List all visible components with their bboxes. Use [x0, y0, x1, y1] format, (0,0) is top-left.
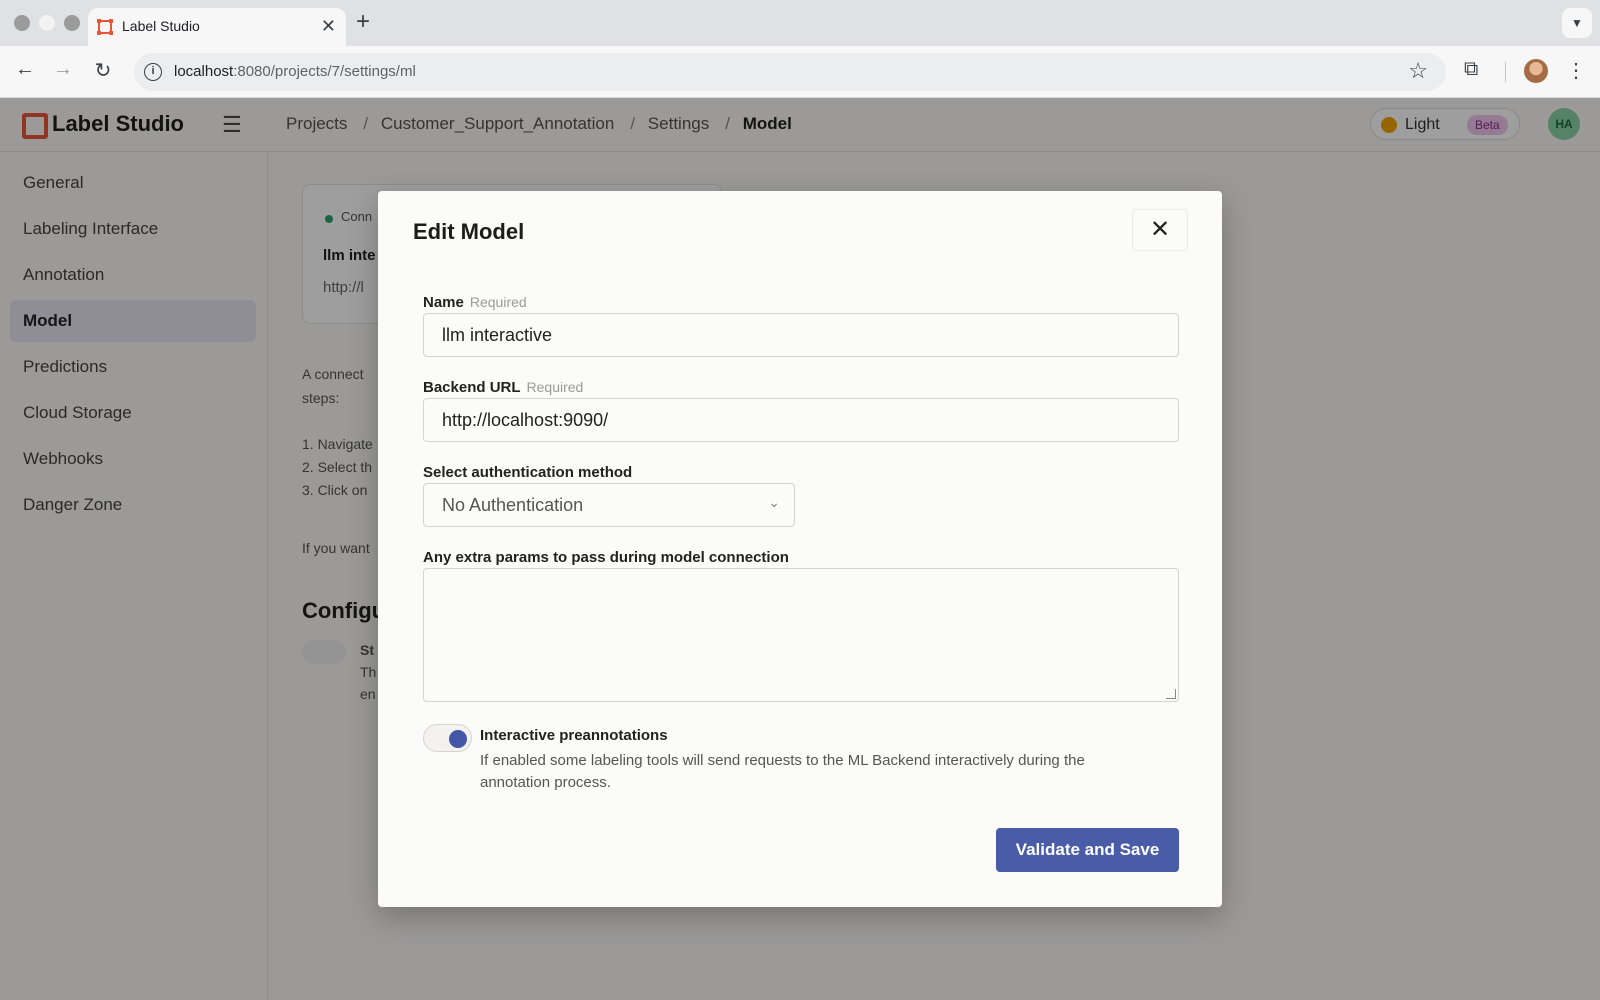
site-info-icon[interactable]: i	[144, 63, 162, 81]
extensions-puzzle-icon[interactable]: ⧉	[1464, 58, 1478, 81]
extra-params-label: Any extra params to pass during model co…	[423, 549, 789, 566]
window-minimize-control[interactable]	[39, 15, 55, 31]
edit-model-modal: Edit Model ✕ Name Required llm interactiv…	[378, 191, 1222, 907]
browser-profile-avatar[interactable]	[1524, 59, 1548, 83]
label-studio-favicon-icon	[97, 19, 113, 35]
backend-required-hint: Required	[526, 379, 584, 395]
browser-menu-icon[interactable]: ⋮	[1566, 58, 1586, 83]
backend-url-input[interactable]: http://localhost:9090/	[423, 398, 1179, 442]
tab-search-chevron-icon[interactable]: ▼	[1562, 8, 1592, 38]
interactive-preannotations-title: Interactive preannotations	[480, 727, 668, 744]
close-icon[interactable]: ✕	[1132, 209, 1188, 251]
resize-grip-icon[interactable]	[1166, 689, 1176, 699]
forward-arrow-icon[interactable]: →	[50, 58, 76, 81]
window-close-control[interactable]	[14, 15, 30, 31]
modal-title: Edit Model	[413, 219, 525, 244]
back-arrow-icon[interactable]: ←	[12, 58, 38, 81]
toggle-knob	[449, 730, 467, 748]
backend-url-label: Backend URL Required	[423, 379, 584, 396]
tab-title: Label Studio	[122, 18, 200, 34]
name-label: Name Required	[423, 294, 527, 311]
url-text: localhost:8080/projects/7/settings/ml	[174, 63, 416, 80]
chevron-down-icon: ⌄	[768, 494, 780, 510]
auth-method-select[interactable]: No Authentication ⌄	[423, 483, 795, 527]
reload-icon[interactable]: ↻	[90, 58, 116, 83]
browser-tabbar: Label Studio ✕ + ▼	[0, 0, 1600, 46]
name-required-hint: Required	[469, 294, 527, 310]
interactive-preannotations-description: If enabled some labeling tools will send…	[480, 752, 1085, 791]
browser-tab[interactable]: Label Studio ✕	[88, 8, 346, 46]
auth-method-label: Select authentication method	[423, 464, 633, 481]
validate-and-save-button[interactable]: Validate and Save	[996, 828, 1179, 872]
address-bar[interactable]: i localhost:8080/projects/7/settings/ml …	[134, 53, 1446, 91]
name-input[interactable]: llm interactive	[423, 313, 1179, 357]
browser-toolbar: ← → ↻ i localhost:8080/projects/7/settin…	[0, 46, 1600, 98]
window-maximize-control[interactable]	[64, 15, 80, 31]
new-tab-button[interactable]: +	[356, 8, 370, 36]
extra-params-textarea[interactable]	[423, 568, 1179, 702]
interactive-preannotations-toggle[interactable]	[423, 724, 472, 752]
tab-close-icon[interactable]: ✕	[321, 16, 336, 37]
auth-method-value: No Authentication	[442, 495, 584, 515]
toolbar-divider	[1505, 62, 1506, 82]
bookmark-star-icon[interactable]: ☆	[1408, 58, 1428, 84]
